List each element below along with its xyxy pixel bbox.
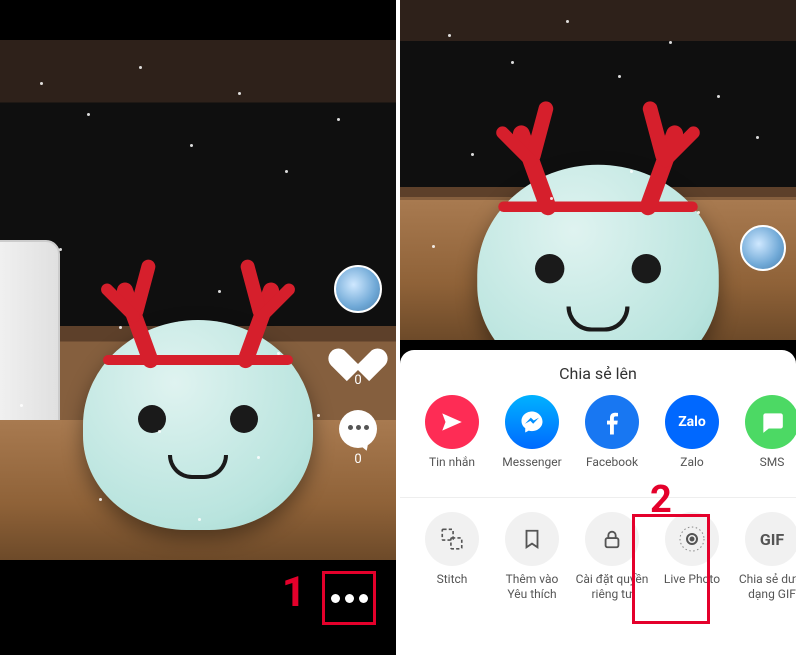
comment-count: 0 — [339, 452, 377, 467]
action-label: Thêm vào Yêu thích — [494, 572, 570, 602]
zalo-icon: Zalo — [665, 395, 719, 449]
sms-icon — [745, 395, 796, 449]
share-messenger[interactable]: Messenger — [494, 395, 570, 485]
heart-icon — [339, 335, 377, 369]
action-share-as-gif[interactable]: GIF Chia sẻ dưới dạng GIF — [734, 512, 796, 602]
annotation-step-2: 2 — [650, 478, 672, 522]
annotation-step-1: 1 — [282, 568, 306, 617]
send-icon — [425, 395, 479, 449]
share-sms[interactable]: SMS — [734, 395, 796, 485]
messenger-icon — [505, 395, 559, 449]
share-label: Facebook — [574, 455, 650, 485]
video-screen-share-sheet: Chia sẻ lên Tin nhắn Messenger — [398, 0, 796, 655]
share-direct-message[interactable]: Tin nhắn — [414, 395, 490, 485]
more-options-button[interactable] — [322, 571, 376, 625]
profile-avatar[interactable] — [334, 265, 382, 313]
video-subject — [477, 165, 719, 340]
action-label: Live Photo — [654, 572, 730, 602]
video-preview[interactable] — [400, 0, 796, 340]
bookmark-icon — [505, 512, 559, 566]
facebook-icon — [585, 395, 639, 449]
action-live-photo[interactable]: Live Photo — [654, 512, 730, 602]
lock-icon — [585, 512, 639, 566]
comment-button[interactable]: 0 — [339, 410, 377, 467]
live-photo-icon — [665, 512, 719, 566]
action-stitch[interactable]: Stitch — [414, 512, 490, 602]
share-sheet-title: Chia sẻ lên — [400, 364, 796, 383]
share-facebook[interactable]: Facebook — [574, 395, 650, 485]
share-label: Messenger — [494, 455, 570, 485]
share-label: Tin nhắn — [414, 455, 490, 485]
video-action-rail: 0 0 — [330, 265, 386, 467]
video-screen-before-share: 0 0 1 — [0, 0, 398, 655]
ellipsis-icon — [331, 594, 340, 603]
comment-icon — [339, 410, 377, 448]
action-label: Stitch — [414, 572, 490, 602]
like-button[interactable]: 0 — [339, 335, 377, 388]
gif-icon: GIF — [745, 512, 796, 566]
action-privacy-settings[interactable]: Cài đặt quyền riêng tư — [574, 512, 650, 602]
share-actions-row: Stitch Thêm vào Yêu thích Cài đặt quyền … — [400, 497, 796, 602]
share-targets-row: Tin nhắn Messenger Facebook Zalo Zal — [400, 395, 796, 485]
profile-avatar[interactable] — [740, 225, 786, 271]
share-sheet: Chia sẻ lên Tin nhắn Messenger — [400, 350, 796, 655]
action-label: Chia sẻ dưới dạng GIF — [734, 572, 796, 602]
action-label: Cài đặt quyền riêng tư — [574, 572, 650, 602]
action-add-favorite[interactable]: Thêm vào Yêu thích — [494, 512, 570, 602]
share-zalo[interactable]: Zalo Zalo — [654, 395, 730, 485]
stitch-icon — [425, 512, 479, 566]
share-label: SMS — [734, 455, 796, 485]
